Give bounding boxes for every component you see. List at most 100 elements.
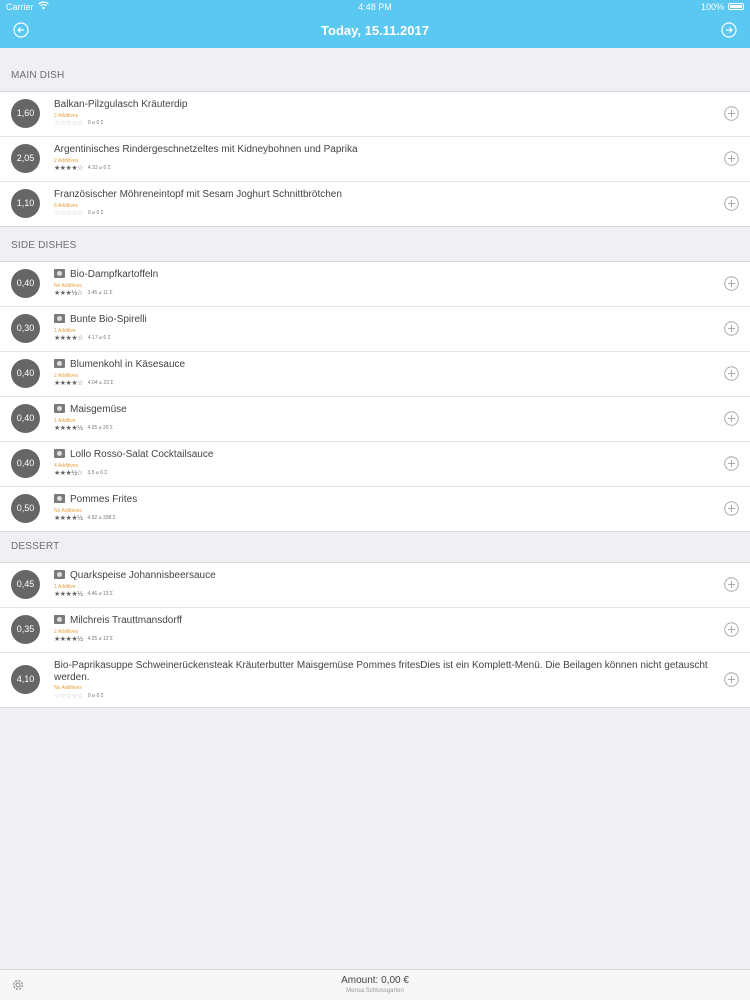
- add-circle-icon[interactable]: [724, 276, 739, 291]
- section-header-label: MAIN DISH: [11, 70, 65, 81]
- add-circle-icon[interactable]: [724, 151, 739, 166]
- star-rating-icon: ★★★★½: [54, 591, 83, 598]
- add-circle-icon[interactable]: [724, 411, 739, 426]
- rating: ★★★★½ 4.25 ⌀ 12 Σ: [54, 635, 113, 643]
- add-circle-icon[interactable]: [724, 622, 739, 637]
- rating: ★★★★☆ 4.17 ⌀ 6 Σ: [54, 334, 111, 342]
- dish-name-text: Maisgemüse: [70, 404, 127, 415]
- add-circle-icon[interactable]: [724, 672, 739, 687]
- status-bar: Carrier 4:48 PM 100%: [0, 0, 750, 14]
- price-badge: 2,05: [11, 144, 40, 173]
- star-rating-icon: ★★★★☆: [54, 380, 83, 387]
- menu-item-row[interactable]: 0,40 Maisgemüse 1 Additive ★★★★½ 4.25 ⌀ 20 Σ: [0, 397, 750, 442]
- battery-percentage: 100%: [700, 2, 724, 12]
- dish-name: Maisgemüse: [54, 404, 710, 415]
- star-rating-icon: ★★★★☆: [54, 335, 83, 342]
- star-rating-icon: ★★★★½: [54, 636, 83, 643]
- rating-text: 0 ⌀ 0 Σ: [87, 120, 104, 126]
- section-header: MAIN DISH: [0, 68, 750, 84]
- rating: ☆☆☆☆☆ 0 ⌀ 0 Σ: [54, 209, 104, 217]
- section-header-label: SIDE DISHES: [11, 240, 77, 251]
- dish-name-text: Bio-Paprikasuppe Schweinerückensteak Krä…: [54, 660, 708, 683]
- dish-name-text: Blumenkohl in Käsesauce: [70, 359, 186, 370]
- add-circle-icon[interactable]: [724, 321, 739, 336]
- rating: ★★★★½ 4.52 ⌀ 338 Σ: [54, 514, 116, 522]
- price-badge: 0,40: [11, 359, 40, 388]
- menu-item-row[interactable]: 0,40 Lollo Rosso-Salat Cocktailsauce 4 Add…: [0, 442, 750, 487]
- price-badge: 0,45: [11, 570, 40, 599]
- dish-name: Lollo Rosso-Salat Cocktailsauce: [54, 449, 710, 460]
- rating-text: 4.52 ⌀ 338 Σ: [87, 515, 116, 521]
- add-circle-icon[interactable]: [724, 106, 739, 121]
- price-badge: 0,40: [11, 449, 40, 478]
- price-badge: 0,40: [11, 269, 40, 298]
- rating: ☆☆☆☆☆ 0 ⌀ 0 Σ: [54, 119, 104, 127]
- rating: ★★★½☆ 3.5 ⌀ 6 Σ: [54, 469, 107, 477]
- camera-icon: [54, 359, 65, 368]
- menu-item-row[interactable]: 0,50 Pommes Frites No Additives ★★★★½ 4.52 ⌀…: [0, 487, 750, 531]
- price-badge: 1,10: [11, 189, 40, 218]
- menu-item-row[interactable]: 4,10 Bio-Paprikasuppe Schweinerückensteak…: [0, 653, 750, 707]
- menu-item-row[interactable]: 0,45 Quarkspeise Johannisbeersauce 1 Addit…: [0, 563, 750, 608]
- camera-icon: [54, 269, 65, 278]
- dish-name-text: Pommes Frites: [70, 494, 138, 505]
- dish-name: Quarkspeise Johannisbeersauce: [54, 570, 710, 581]
- battery-icon: [728, 3, 744, 10]
- rating-text: 0 ⌀ 0 Σ: [87, 210, 104, 216]
- rating-text: 4.33 ⌀ 6 Σ: [87, 165, 111, 171]
- star-rating-icon: ★★★★½: [54, 515, 83, 522]
- price-badge: 4,10: [11, 665, 40, 694]
- star-rating-icon: ☆☆☆☆☆: [54, 693, 83, 700]
- dish-name: Pommes Frites: [54, 494, 710, 505]
- additives-label[interactable]: No Additives: [54, 685, 82, 691]
- camera-icon: [54, 404, 65, 413]
- dish-name-text: Milchreis Trauttmansdorff: [70, 615, 183, 626]
- price-badge: 1,60: [11, 99, 40, 128]
- amount-total: Amount: 0,00 €: [341, 975, 409, 986]
- menu-item-row[interactable]: 1,60 Balkan-Pilzgulasch Kräuterdip 2 Addit…: [0, 92, 750, 137]
- dish-name: Bio-Dampfkartoffeln: [54, 269, 710, 280]
- camera-icon: [54, 615, 65, 624]
- dish-name-text: Balkan-Pilzgulasch Kräuterdip: [54, 99, 188, 110]
- camera-icon: [54, 494, 65, 503]
- dish-name: Argentinisches Rindergeschnetzeltes mit …: [54, 144, 710, 155]
- rating: ★★★★½ 4.25 ⌀ 20 Σ: [54, 424, 113, 432]
- dish-name-text: Lollo Rosso-Salat Cocktailsauce: [70, 449, 214, 460]
- section-group: 0,40 Bio-Dampfkartoffeln No Additives ★★★½☆…: [0, 261, 750, 532]
- menu-item-row[interactable]: 0,40 Blumenkohl in Käsesauce 2 Additives ★★…: [0, 352, 750, 397]
- rating: ★★★½☆ 3.45 ⌀ 11 Σ: [54, 289, 113, 297]
- section-group: 0,45 Quarkspeise Johannisbeersauce 1 Addit…: [0, 562, 750, 708]
- menu-item-row[interactable]: 2,05 Argentinisches Rindergeschnetzeltes …: [0, 137, 750, 182]
- add-circle-icon[interactable]: [724, 577, 739, 592]
- bottom-bar: Amount: 0,00 € Mensa Schlossgarten: [0, 969, 750, 1000]
- rating-text: 3.5 ⌀ 6 Σ: [87, 470, 108, 476]
- price-badge: 0,30: [11, 314, 40, 343]
- menu-item-row[interactable]: 1,10 Französischer Möhreneintopf mit Sesa…: [0, 182, 750, 226]
- add-circle-icon[interactable]: [724, 456, 739, 471]
- menu-item-row[interactable]: 0,30 Bunte Bio-Spirelli 1 Additive ★★★★☆ 4.1…: [0, 307, 750, 352]
- star-rating-icon: ★★★★½: [54, 425, 83, 432]
- dish-name: Balkan-Pilzgulasch Kräuterdip: [54, 99, 710, 110]
- star-rating-icon: ★★★★☆: [54, 165, 83, 172]
- add-circle-icon[interactable]: [724, 366, 739, 381]
- navigation-bar: Today, 15.11.2017: [0, 14, 750, 48]
- star-rating-icon: ☆☆☆☆☆: [54, 120, 83, 127]
- star-rating-icon: ★★★½☆: [54, 470, 83, 477]
- menu-item-row[interactable]: 0,35 Milchreis Trauttmansdorff 2 Additives…: [0, 608, 750, 653]
- add-circle-icon[interactable]: [724, 501, 739, 516]
- rating: ★★★★☆ 4.04 ⌀ 23 Σ: [54, 379, 113, 387]
- section-header: SIDE DISHES: [0, 238, 750, 254]
- menu-item-row[interactable]: 0,40 Bio-Dampfkartoffeln No Additives ★★★½☆…: [0, 262, 750, 307]
- rating-text: 3.45 ⌀ 11 Σ: [87, 290, 113, 296]
- section-header-label: DESSERT: [11, 541, 60, 552]
- price-badge: 0,35: [11, 615, 40, 644]
- dish-name-text: Französischer Möhreneintopf mit Sesam Jo…: [54, 189, 342, 200]
- next-day-button[interactable]: [721, 22, 737, 38]
- rating-text: 4.17 ⌀ 6 Σ: [87, 335, 111, 341]
- add-circle-icon[interactable]: [724, 196, 739, 211]
- rating: ★★★★½ 4.46 ⌀ 13 Σ: [54, 590, 113, 598]
- star-rating-icon: ★★★½☆: [54, 290, 83, 297]
- dish-name: Bio-Paprikasuppe Schweinerückensteak Krä…: [54, 660, 710, 684]
- dish-name: Bunte Bio-Spirelli: [54, 314, 710, 325]
- camera-icon: [54, 449, 65, 458]
